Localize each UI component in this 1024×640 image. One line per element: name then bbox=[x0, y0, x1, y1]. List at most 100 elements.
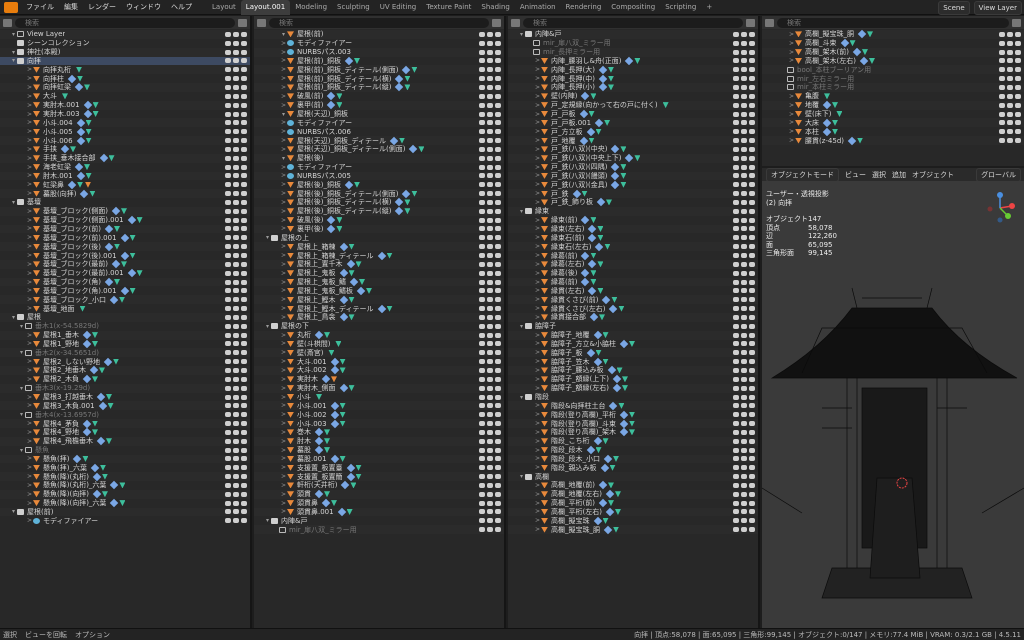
eye-icon[interactable] bbox=[479, 58, 485, 64]
tree-row[interactable]: > 内陣_長押(大) bbox=[508, 65, 758, 75]
expand-toggle-icon[interactable]: > bbox=[280, 279, 287, 286]
tree-row[interactable]: > 階段_段木_小口 bbox=[508, 454, 758, 464]
monitor-icon[interactable] bbox=[233, 120, 239, 126]
expand-toggle-icon[interactable]: ▾ bbox=[518, 31, 525, 38]
eye-icon[interactable] bbox=[733, 474, 739, 480]
eye-icon[interactable] bbox=[479, 49, 485, 55]
camera-icon[interactable] bbox=[495, 208, 501, 214]
camera-icon[interactable] bbox=[495, 421, 501, 427]
tree-row[interactable]: > 小斗.005 bbox=[0, 127, 250, 136]
mesh-data-icon[interactable] bbox=[113, 279, 120, 286]
tree-row[interactable]: ▾ 屋根(前) bbox=[254, 30, 504, 39]
camera-icon[interactable] bbox=[749, 491, 755, 497]
camera-icon[interactable] bbox=[241, 111, 247, 117]
tree-row[interactable]: > 内陣_長押(小) bbox=[508, 83, 758, 92]
viewport-menu-item[interactable]: 追加 bbox=[892, 170, 906, 180]
eye-icon[interactable] bbox=[225, 482, 231, 488]
menu-item[interactable]: ヘルプ bbox=[166, 0, 197, 15]
eye-icon[interactable] bbox=[479, 474, 485, 480]
eye-icon[interactable] bbox=[479, 429, 485, 435]
mesh-data-icon[interactable] bbox=[597, 287, 604, 294]
tree-row[interactable]: > 懸魚(降)(丸桁) bbox=[0, 472, 250, 482]
eye-icon[interactable] bbox=[479, 367, 485, 373]
camera-icon[interactable] bbox=[1015, 49, 1021, 55]
eye-icon[interactable] bbox=[225, 261, 231, 267]
tree-row[interactable]: > 基壇_ブロック(最前).001 bbox=[0, 268, 250, 278]
eye-icon[interactable] bbox=[225, 40, 231, 46]
monitor-icon[interactable] bbox=[741, 58, 747, 64]
mesh-data-icon[interactable] bbox=[404, 208, 411, 215]
tree-row[interactable]: > 腰貫(z-45d) bbox=[762, 136, 1024, 145]
mesh-data-icon[interactable] bbox=[328, 349, 335, 356]
tree-row[interactable]: > 内陣_腰羽し&舟(正面) bbox=[508, 56, 758, 66]
camera-icon[interactable] bbox=[749, 129, 755, 135]
camera-icon[interactable] bbox=[495, 403, 501, 409]
expand-toggle-icon[interactable]: > bbox=[534, 491, 541, 498]
wrench-icon[interactable] bbox=[612, 383, 622, 393]
filter-icon[interactable] bbox=[746, 18, 755, 27]
camera-icon[interactable] bbox=[749, 412, 755, 418]
camera-icon[interactable] bbox=[495, 253, 501, 259]
expand-toggle-icon[interactable]: > bbox=[280, 217, 287, 224]
menu-item[interactable]: ファイル bbox=[21, 0, 59, 15]
eye-icon[interactable] bbox=[479, 500, 485, 506]
camera-icon[interactable] bbox=[1015, 102, 1021, 108]
monitor-icon[interactable] bbox=[487, 288, 493, 294]
tree-row[interactable]: > 脇障子_笠木 bbox=[508, 357, 758, 366]
expand-toggle-icon[interactable]: > bbox=[26, 225, 33, 232]
mesh-data-icon[interactable] bbox=[662, 102, 669, 109]
search-input[interactable]: 検索 bbox=[523, 17, 743, 28]
camera-icon[interactable] bbox=[241, 146, 247, 152]
camera-icon[interactable] bbox=[495, 491, 501, 497]
expand-toggle-icon[interactable]: > bbox=[280, 49, 287, 56]
tree-row[interactable]: > 懸魚(降)(丸桁)_六葉 bbox=[0, 481, 250, 490]
eye-icon[interactable] bbox=[733, 226, 739, 232]
eye-icon[interactable] bbox=[733, 527, 739, 533]
monitor-icon[interactable] bbox=[1007, 102, 1013, 108]
wrench-icon[interactable] bbox=[330, 419, 339, 428]
eye-icon[interactable] bbox=[733, 394, 739, 400]
monitor-icon[interactable] bbox=[487, 474, 493, 480]
expand-toggle-icon[interactable]: ▾ bbox=[280, 31, 287, 38]
monitor-icon[interactable] bbox=[487, 199, 493, 205]
wrench-icon[interactable] bbox=[327, 92, 336, 101]
monitor-icon[interactable] bbox=[233, 146, 239, 152]
eye-icon[interactable] bbox=[479, 191, 485, 197]
tree-row[interactable]: > 戸_鉄 bbox=[508, 189, 758, 199]
monitor-icon[interactable] bbox=[487, 341, 493, 347]
tree-row[interactable]: > 手挟_垂木接合部 bbox=[0, 153, 250, 163]
search-input[interactable]: 検索 bbox=[777, 17, 1009, 28]
expand-toggle-icon[interactable]: ▾ bbox=[280, 111, 287, 118]
monitor-icon[interactable] bbox=[1007, 84, 1013, 90]
mesh-data-icon[interactable] bbox=[339, 358, 346, 365]
eye-icon[interactable] bbox=[733, 314, 739, 320]
mesh-data-icon[interactable] bbox=[324, 429, 330, 436]
expand-toggle-icon[interactable]: > bbox=[534, 340, 541, 347]
camera-icon[interactable] bbox=[241, 235, 247, 241]
monitor-icon[interactable] bbox=[487, 527, 493, 533]
wrench-icon[interactable] bbox=[356, 286, 366, 296]
monitor-icon[interactable] bbox=[233, 138, 239, 144]
mesh-data-icon[interactable] bbox=[604, 243, 611, 250]
wrench-icon[interactable] bbox=[377, 251, 386, 260]
camera-icon[interactable] bbox=[241, 429, 247, 435]
camera-icon[interactable] bbox=[749, 456, 755, 462]
tree-row[interactable]: > 脇障子_腰込み板 bbox=[508, 366, 758, 375]
tree-row[interactable]: > 階段(登り高欄)_架木 bbox=[508, 428, 758, 437]
monitor-icon[interactable] bbox=[487, 182, 493, 188]
mesh-data-icon[interactable] bbox=[606, 199, 612, 206]
monitor-icon[interactable] bbox=[487, 244, 493, 250]
monitor-icon[interactable] bbox=[741, 146, 747, 152]
expand-toggle-icon[interactable]: > bbox=[280, 270, 287, 277]
camera-icon[interactable] bbox=[749, 403, 755, 409]
mesh-data-icon[interactable] bbox=[590, 217, 597, 224]
monitor-icon[interactable] bbox=[487, 491, 493, 497]
mesh-data-icon[interactable] bbox=[634, 155, 641, 162]
monitor-icon[interactable] bbox=[741, 429, 747, 435]
expand-toggle-icon[interactable]: ▾ bbox=[10, 199, 17, 206]
mesh-data-icon[interactable] bbox=[89, 190, 96, 197]
mesh-data-icon[interactable] bbox=[339, 455, 346, 462]
workspace-tab[interactable]: Scripting bbox=[660, 0, 701, 15]
mesh-data-icon[interactable] bbox=[324, 491, 330, 498]
expand-toggle-icon[interactable]: > bbox=[280, 508, 287, 515]
